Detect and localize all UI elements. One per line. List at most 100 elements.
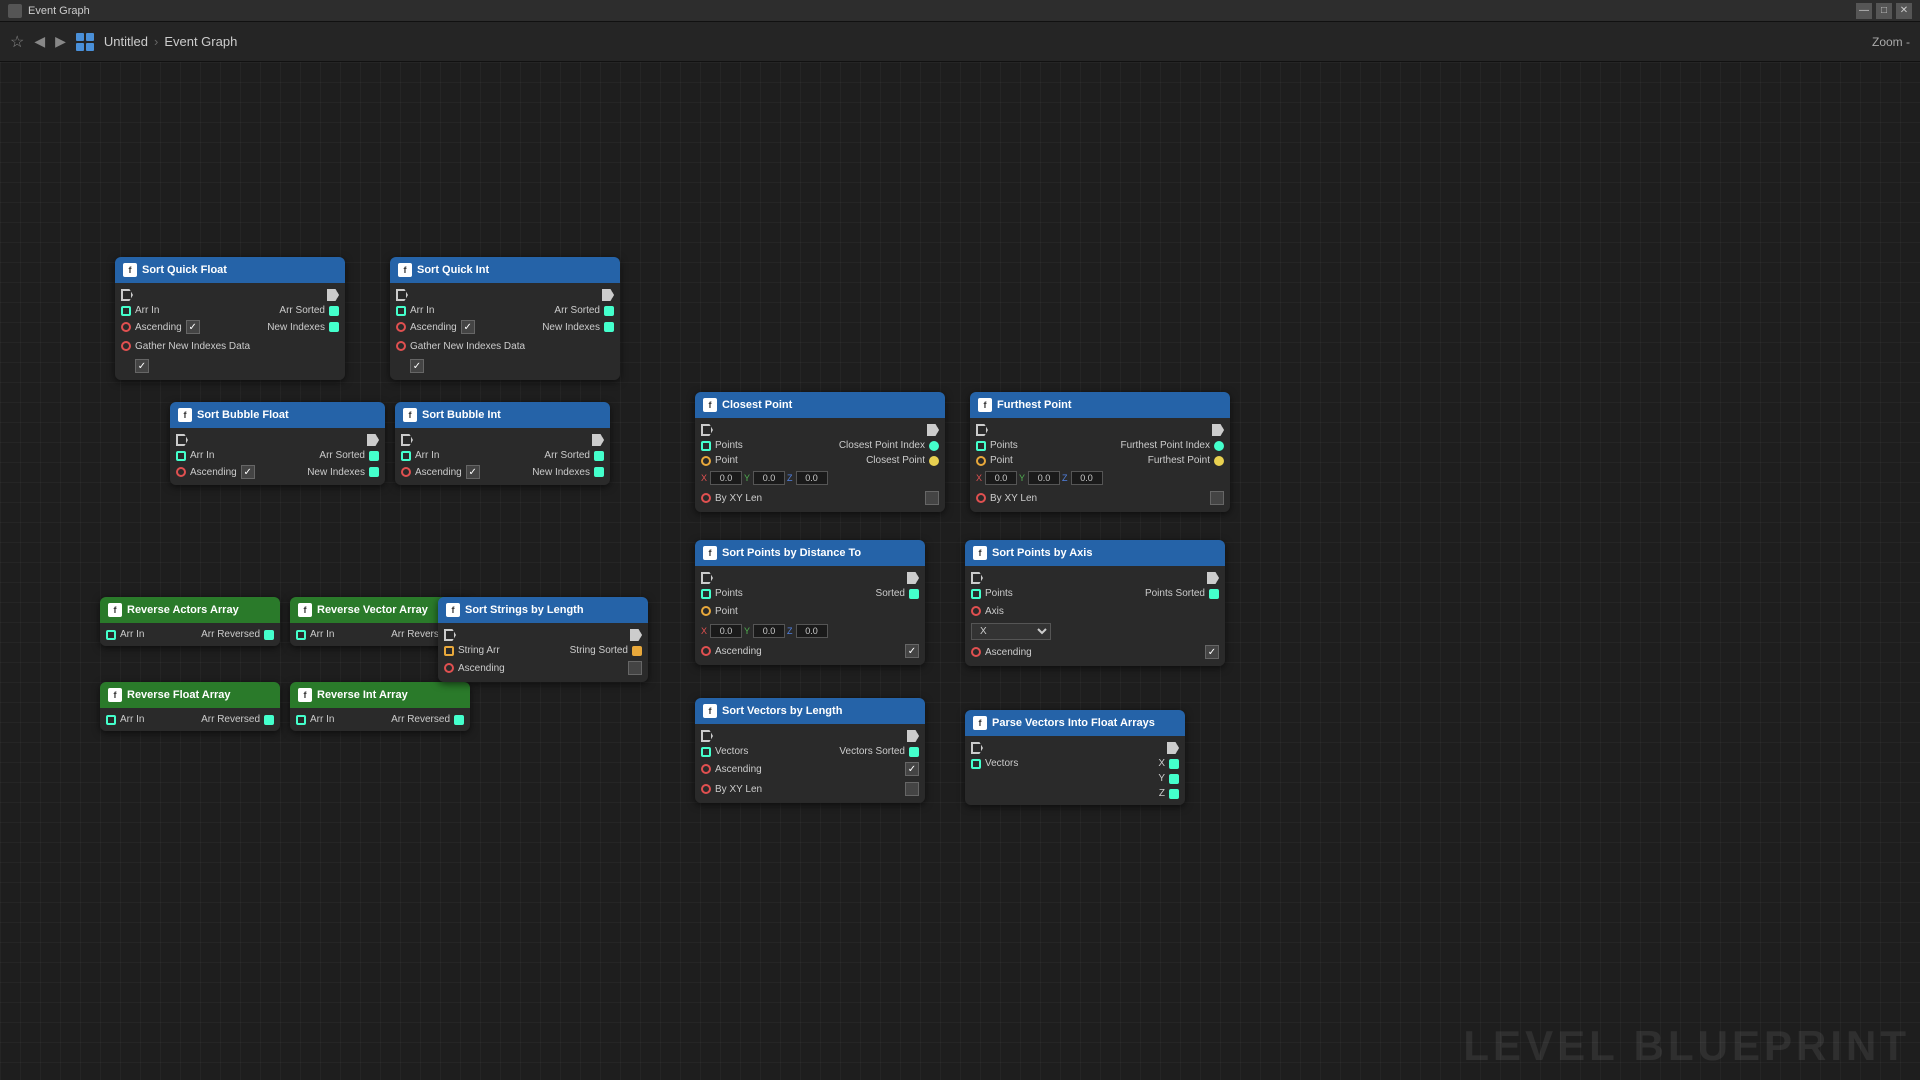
func-icon: f	[703, 398, 717, 412]
exec-in-pin	[971, 742, 983, 754]
zoom-label: Zoom -	[1872, 35, 1910, 49]
title-bar-controls: — □ ✕	[1856, 3, 1912, 19]
func-icon: f	[398, 263, 412, 277]
canvas[interactable]: f Sort Quick Float Arr In Arr Sorted	[0, 62, 1920, 1080]
forward-arrow-icon[interactable]: ▶	[55, 33, 66, 50]
close-button[interactable]: ✕	[1896, 3, 1912, 19]
ascending-checkbox[interactable]	[1205, 645, 1219, 659]
maximize-button[interactable]: □	[1876, 3, 1892, 19]
z-input[interactable]	[796, 471, 828, 485]
closest-index-pin	[929, 441, 939, 451]
parse-vectors-header: f Parse Vectors Into Float Arrays	[965, 710, 1185, 736]
ascending-pin	[971, 647, 981, 657]
ascending-checkbox[interactable]	[905, 762, 919, 776]
arr-row: Arr In Arr Sorted	[115, 303, 345, 318]
y-pin	[1169, 774, 1179, 784]
z-input[interactable]	[1071, 471, 1103, 485]
func-icon: f	[298, 603, 312, 617]
x-pin	[1169, 759, 1179, 769]
sort-quick-int-body: Arr In Arr Sorted Ascending New Indexes	[390, 283, 620, 380]
ascending-pin	[121, 322, 131, 332]
breadcrumb-untitled[interactable]: Untitled	[104, 34, 148, 49]
arr-reversed-pin	[264, 715, 274, 725]
arr-in-pin	[396, 306, 406, 316]
byxylen-checkbox[interactable]	[925, 491, 939, 505]
minimize-button[interactable]: —	[1856, 3, 1872, 19]
ascending-pin	[176, 467, 186, 477]
byxylen-checkbox[interactable]	[1210, 491, 1224, 505]
func-icon: f	[703, 704, 717, 718]
parse-vectors-node: f Parse Vectors Into Float Arrays Vector…	[965, 710, 1185, 805]
ascending-checkbox[interactable]	[461, 320, 475, 334]
sort-quick-float-node: f Sort Quick Float Arr In Arr Sorted	[115, 257, 345, 380]
sort-quick-int-title: Sort Quick Int	[417, 264, 489, 276]
sort-quick-float-header: f Sort Quick Float	[115, 257, 345, 283]
ascending-pin	[444, 663, 454, 673]
gather-checkbox[interactable]	[135, 359, 149, 373]
byxylen-pin	[701, 493, 711, 503]
func-icon: f	[108, 603, 122, 617]
arr-in-pin	[401, 451, 411, 461]
sort-quick-int-header: f Sort Quick Int	[390, 257, 620, 283]
points-sorted-pin	[1209, 589, 1219, 599]
sort-points-by-distance-node: f Sort Points by Distance To Points Sort…	[695, 540, 925, 665]
closest-point-title: Closest Point	[722, 399, 792, 411]
arr-sorted-label: Arr Sorted	[279, 305, 325, 316]
exec-in-pin	[176, 434, 188, 446]
nav-bar: ☆ ◀ ▶ Untitled › Event Graph Zoom -	[0, 22, 1920, 62]
points-pin	[976, 441, 986, 451]
arr-sorted-pin	[369, 451, 379, 461]
ascending-pin	[701, 646, 711, 656]
exec-out-pin	[927, 424, 939, 436]
sort-bubble-float-node: f Sort Bubble Float Arr In Arr Sorted	[170, 402, 385, 485]
sort-vectors-by-length-node: f Sort Vectors by Length Vectors Vectors…	[695, 698, 925, 803]
ascending-pin	[401, 467, 411, 477]
gather-checkbox[interactable]	[410, 359, 424, 373]
exec-out-pin	[602, 289, 614, 301]
breadcrumb-event-graph[interactable]: Event Graph	[164, 34, 237, 49]
axis-select[interactable]: X Y Z	[971, 623, 1051, 640]
func-icon: f	[703, 546, 717, 560]
sort-strings-title: Sort Strings by Length	[465, 604, 584, 616]
ascending-checkbox[interactable]	[186, 320, 200, 334]
app-icon	[8, 4, 22, 18]
favorite-icon[interactable]: ☆	[10, 32, 24, 52]
x-input[interactable]	[710, 624, 742, 638]
x-input[interactable]	[985, 471, 1017, 485]
title-bar: Event Graph — □ ✕	[0, 0, 1920, 22]
func-icon: f	[978, 398, 992, 412]
vector-inputs: X Y Z	[701, 624, 828, 638]
arr-in-pin	[176, 451, 186, 461]
arr-in-pin	[106, 630, 116, 640]
x-input[interactable]	[710, 471, 742, 485]
sort-bubble-int-node: f Sort Bubble Int Arr In Arr Sorted	[395, 402, 610, 485]
ascending-checkbox[interactable]	[628, 661, 642, 675]
ascending-pin	[396, 322, 406, 332]
byxylen-pin	[701, 784, 711, 794]
y-input[interactable]	[753, 624, 785, 638]
z-input[interactable]	[796, 624, 828, 638]
ascending-checkbox[interactable]	[905, 644, 919, 658]
exec-in-pin	[444, 629, 456, 641]
y-input[interactable]	[1028, 471, 1060, 485]
ascending-checkbox[interactable]	[466, 465, 480, 479]
arr-sorted-pin	[594, 451, 604, 461]
sort-bubble-float-title: Sort Bubble Float	[197, 409, 289, 421]
reverse-float-array-node: f Reverse Float Array Arr In Arr Reverse…	[100, 682, 280, 731]
reverse-actors-title: Reverse Actors Array	[127, 604, 239, 616]
furthest-point-header: f Furthest Point	[970, 392, 1230, 418]
byxylen-checkbox[interactable]	[905, 782, 919, 796]
ascending-checkbox[interactable]	[241, 465, 255, 479]
furthest-point-title: Furthest Point	[997, 399, 1072, 411]
closest-point-pin	[929, 456, 939, 466]
sort-vectors-title: Sort Vectors by Length	[722, 705, 842, 717]
vector-inputs: X Y Z	[976, 471, 1103, 485]
sort-quick-int-node: f Sort Quick Int Arr In Arr Sorted	[390, 257, 620, 380]
point-in-pin	[701, 456, 711, 466]
y-input[interactable]	[753, 471, 785, 485]
vector-inputs: X Y Z	[701, 471, 828, 485]
arr-in-label: Arr In	[135, 305, 159, 316]
back-arrow-icon[interactable]: ◀	[34, 33, 45, 50]
exec-out-pin	[592, 434, 604, 446]
watermark: LEVEL BLUEPRINT	[1463, 1022, 1910, 1070]
